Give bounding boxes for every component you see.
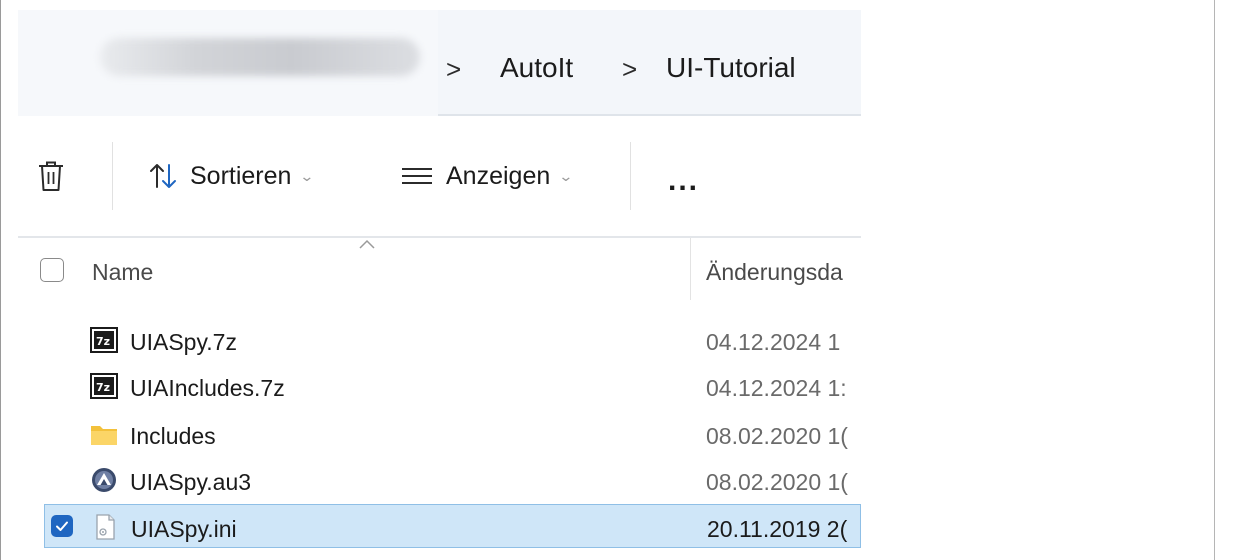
- breadcrumb-separator-icon[interactable]: >: [446, 56, 461, 82]
- file-name: UIASpy.au3: [130, 469, 252, 495]
- column-header-date-modified[interactable]: Änderungsda: [706, 259, 843, 286]
- breadcrumb-autoit[interactable]: AutoIt: [500, 54, 573, 82]
- view-button[interactable]: Anzeigen ⌄: [400, 156, 574, 196]
- file-name: UIAIncludes.7z: [130, 375, 285, 401]
- file-date-modified: 04.12.2024 1:: [706, 375, 847, 401]
- breadcrumb-ui-tutorial[interactable]: UI-Tutorial: [666, 54, 796, 82]
- checkmark-icon: [56, 521, 68, 531]
- chevron-down-icon: ⌄: [558, 167, 574, 184]
- column-header-name[interactable]: Name: [92, 259, 153, 286]
- view-button-label: Anzeigen: [446, 161, 551, 190]
- column-separator[interactable]: [690, 238, 691, 300]
- file-explorer-window: > AutoIt > UI-Tutorial Sortieren ⌄ Anzei…: [18, 0, 861, 560]
- autoit-script-icon: [92, 468, 116, 492]
- ini-file-icon: [96, 514, 115, 540]
- sort-ascending-caret-icon: [359, 239, 375, 249]
- 7z-archive-icon: 7z: [90, 327, 118, 353]
- file-list-header: Name Änderungsda: [18, 238, 861, 302]
- toolbar-divider: [630, 142, 631, 210]
- file-name: Includes: [130, 423, 216, 449]
- row-checkbox-checked[interactable]: [51, 515, 73, 537]
- 7z-archive-icon: 7z: [90, 373, 118, 399]
- file-name: UIASpy.ini: [131, 516, 237, 542]
- more-options-button[interactable]: ...: [668, 166, 699, 196]
- file-date-modified: 04.12.2024 1: [706, 329, 841, 355]
- sort-button[interactable]: Sortieren ⌄: [148, 156, 315, 196]
- address-bar[interactable]: > AutoIt > UI-Tutorial: [18, 10, 861, 118]
- command-toolbar: Sortieren ⌄ Anzeigen ⌄ ...: [18, 116, 861, 238]
- folder-icon: [91, 426, 117, 445]
- file-date-modified: 08.02.2020 1(: [706, 469, 848, 495]
- file-row[interactable]: 7z UIAIncludes.7z 04.12.2024 1:: [18, 364, 861, 408]
- file-row[interactable]: 7z UIASpy.7z 04.12.2024 1: [18, 318, 861, 362]
- trash-icon: [39, 161, 63, 191]
- screenshot-page: > AutoIt > UI-Tutorial Sortieren ⌄ Anzei…: [0, 0, 1252, 560]
- frame-border-left: [0, 0, 1, 560]
- svg-text:7z: 7z: [96, 381, 110, 394]
- lines-icon: [402, 168, 432, 184]
- select-all-checkbox[interactable]: [40, 258, 64, 282]
- file-row[interactable]: UIASpy.au3 08.02.2020 1(: [18, 458, 861, 502]
- blurred-path-segment[interactable]: [100, 38, 420, 76]
- breadcrumb-separator-icon[interactable]: >: [622, 56, 637, 82]
- file-row-selected[interactable]: UIASpy.ini 20.11.2019 2(: [44, 504, 861, 548]
- sort-button-label: Sortieren: [190, 161, 292, 190]
- toolbar-divider: [112, 142, 113, 210]
- sort-arrows-icon: [150, 164, 176, 188]
- svg-text:7z: 7z: [96, 335, 110, 348]
- file-row[interactable]: Includes 08.02.2020 1(: [18, 412, 861, 456]
- file-name: UIASpy.7z: [130, 329, 237, 355]
- chevron-down-icon: ⌄: [299, 167, 315, 184]
- more-options-icon: ...: [668, 164, 700, 197]
- frame-border-right: [1214, 0, 1215, 560]
- file-date-modified: 20.11.2019 2(: [707, 516, 848, 542]
- file-date-modified: 08.02.2020 1(: [706, 423, 848, 449]
- delete-button[interactable]: [36, 156, 66, 196]
